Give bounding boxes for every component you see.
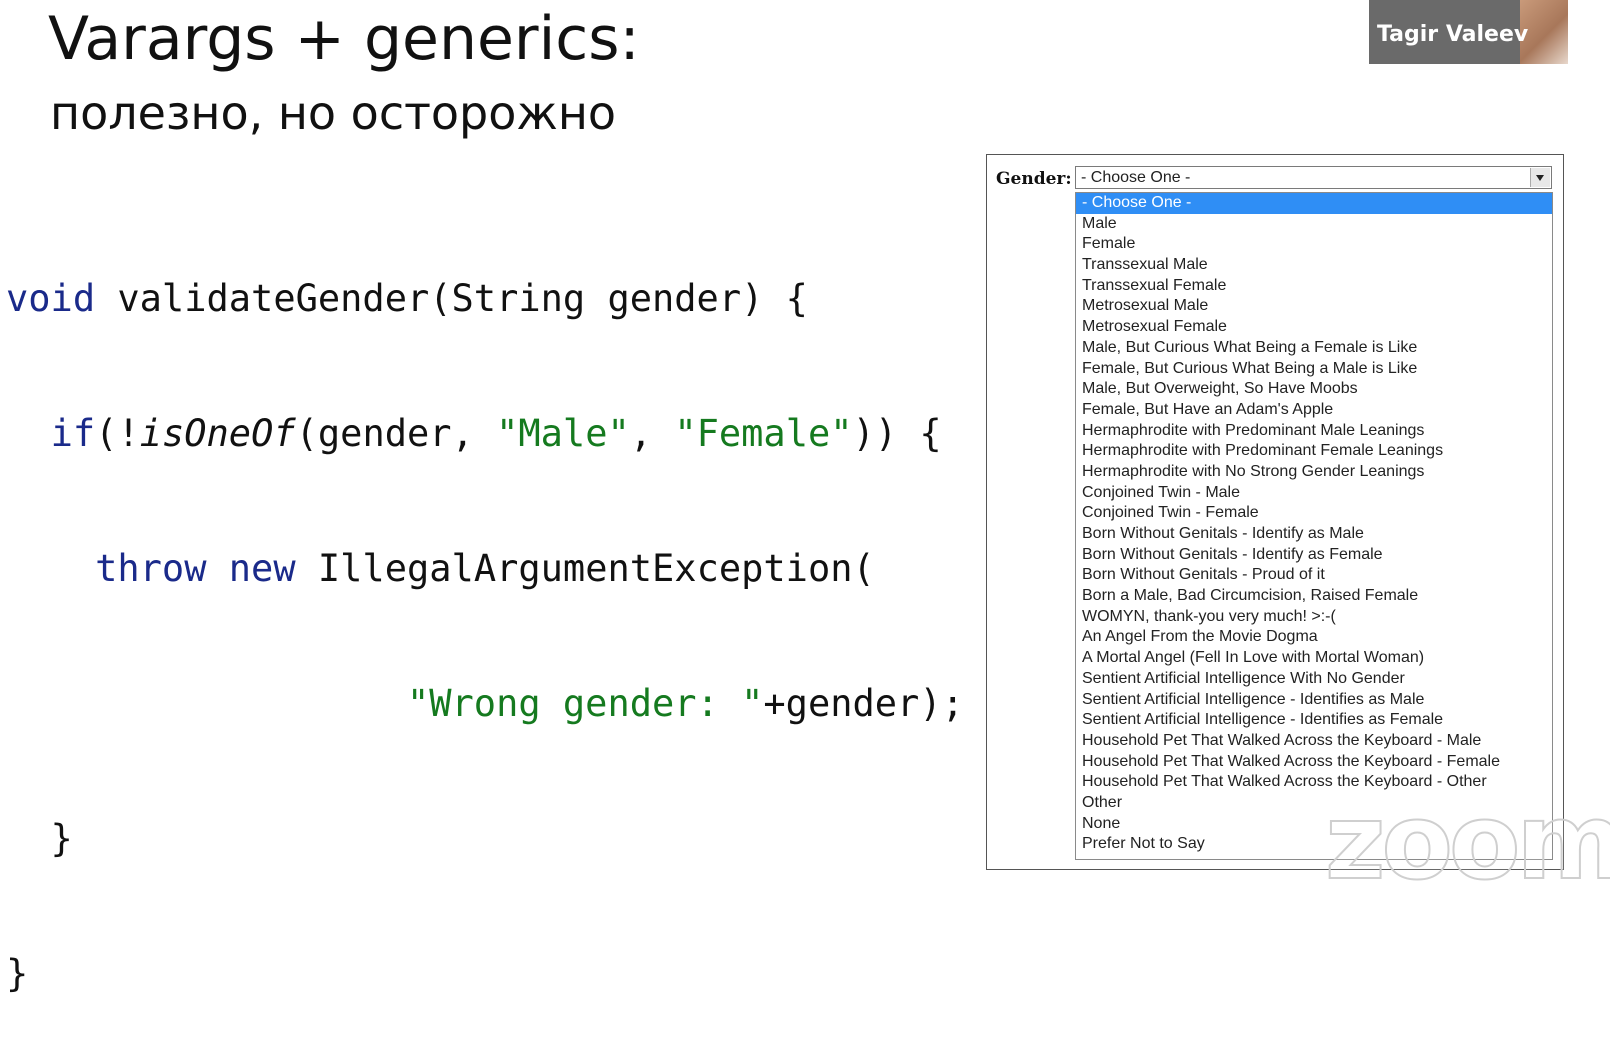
- code-text: ,: [629, 412, 675, 455]
- code-text: IllegalArgumentException(: [295, 547, 875, 590]
- gender-option[interactable]: Transsexual Female: [1076, 276, 1552, 297]
- gender-option[interactable]: Household Pet That Walked Across the Key…: [1076, 752, 1552, 773]
- code-string: "Female": [674, 412, 853, 455]
- gender-option[interactable]: Male, But Curious What Being a Female is…: [1076, 338, 1552, 359]
- gender-option[interactable]: Female, But Have an Adam's Apple: [1076, 400, 1552, 421]
- participant-name: Tagir Valeev: [1377, 22, 1529, 47]
- gender-option[interactable]: Conjoined Twin - Female: [1076, 503, 1552, 524]
- code-method-call: isOneOf: [139, 412, 296, 455]
- gender-option[interactable]: Hermaphrodite with No Strong Gender Lean…: [1076, 462, 1552, 483]
- code-string: "Wrong gender: ": [406, 682, 764, 725]
- code-line-2: if(!isOneOf(gender, "Male", "Female")) {: [6, 411, 964, 456]
- gender-option[interactable]: Female: [1076, 234, 1552, 255]
- code-text: (!: [95, 412, 140, 455]
- gender-option[interactable]: Born Without Genitals - Proud of it: [1076, 565, 1552, 586]
- gender-option[interactable]: Household Pet That Walked Across the Key…: [1076, 731, 1552, 752]
- gender-option[interactable]: Born Without Genitals - Identify as Fema…: [1076, 545, 1552, 566]
- gender-form-screenshot: Gender: - Choose One - - Choose One - Mal…: [986, 154, 1564, 870]
- slide-subtitle: полезно, но осторожно: [50, 86, 617, 140]
- gender-option[interactable]: Sentient Artificial Intelligence - Ident…: [1076, 710, 1552, 731]
- code-line-3: throw new IllegalArgumentException(: [6, 546, 964, 591]
- code-text: validateGender(String gender) {: [95, 277, 808, 320]
- gender-option[interactable]: A Mortal Angel (Fell In Love with Mortal…: [1076, 648, 1552, 669]
- gender-option[interactable]: Female, But Curious What Being a Male is…: [1076, 359, 1552, 380]
- slide-title: Varargs + generics:: [48, 4, 640, 74]
- dropdown-arrow-icon[interactable]: [1530, 168, 1550, 187]
- gender-option[interactable]: Sentient Artificial Intelligence - Ident…: [1076, 690, 1552, 711]
- code-keyword: void: [6, 277, 96, 320]
- code-line-6: }: [6, 952, 29, 995]
- code-block: void validateGender(String gender) { if(…: [6, 186, 964, 1041]
- gender-option[interactable]: Hermaphrodite with Predominant Female Le…: [1076, 441, 1552, 462]
- gender-option[interactable]: None: [1076, 814, 1552, 835]
- gender-option[interactable]: Sentient Artificial Intelligence With No…: [1076, 669, 1552, 690]
- gender-option[interactable]: Prefer Not to Say: [1076, 834, 1552, 855]
- gender-option[interactable]: Household Pet That Walked Across the Key…: [1076, 772, 1552, 793]
- gender-option[interactable]: An Angel From the Movie Dogma: [1076, 627, 1552, 648]
- code-line-4: "Wrong gender: "+gender);: [6, 681, 964, 726]
- gender-option[interactable]: Transsexual Male: [1076, 255, 1552, 276]
- gender-option[interactable]: - Choose One -: [1076, 193, 1552, 214]
- code-text: (gender,: [295, 412, 497, 455]
- gender-option[interactable]: Born a Male, Bad Circumcision, Raised Fe…: [1076, 586, 1552, 607]
- gender-option[interactable]: Hermaphrodite with Predominant Male Lean…: [1076, 421, 1552, 442]
- gender-select-value: - Choose One -: [1081, 169, 1191, 186]
- gender-option[interactable]: Born Without Genitals - Identify as Male: [1076, 524, 1552, 545]
- code-text: )) {: [852, 412, 942, 455]
- gender-option[interactable]: Metrosexual Female: [1076, 317, 1552, 338]
- participant-video-tile[interactable]: Tagir Valeev: [1369, 0, 1568, 64]
- gender-option[interactable]: Conjoined Twin - Male: [1076, 483, 1552, 504]
- code-line-5: }: [6, 817, 73, 860]
- code-keyword: new: [228, 547, 296, 590]
- code-text: +gender);: [763, 682, 964, 725]
- code-string: "Male": [496, 412, 630, 455]
- gender-option[interactable]: Metrosexual Male: [1076, 296, 1552, 317]
- gender-label: Gender:: [996, 169, 1072, 189]
- gender-option[interactable]: WOMYN, thank-you very much! >:-(: [1076, 607, 1552, 628]
- gender-select[interactable]: - Choose One -: [1075, 166, 1552, 189]
- gender-options-list[interactable]: - Choose One - Male Female Transsexual Male…: [1075, 192, 1553, 860]
- gender-option[interactable]: Male: [1076, 214, 1552, 235]
- code-line-1: void validateGender(String gender) {: [6, 276, 964, 321]
- gender-option[interactable]: Male, But Overweight, So Have Moobs: [1076, 379, 1552, 400]
- code-keyword: throw: [95, 547, 207, 590]
- gender-option[interactable]: Other: [1076, 793, 1552, 814]
- code-keyword: if: [50, 412, 96, 455]
